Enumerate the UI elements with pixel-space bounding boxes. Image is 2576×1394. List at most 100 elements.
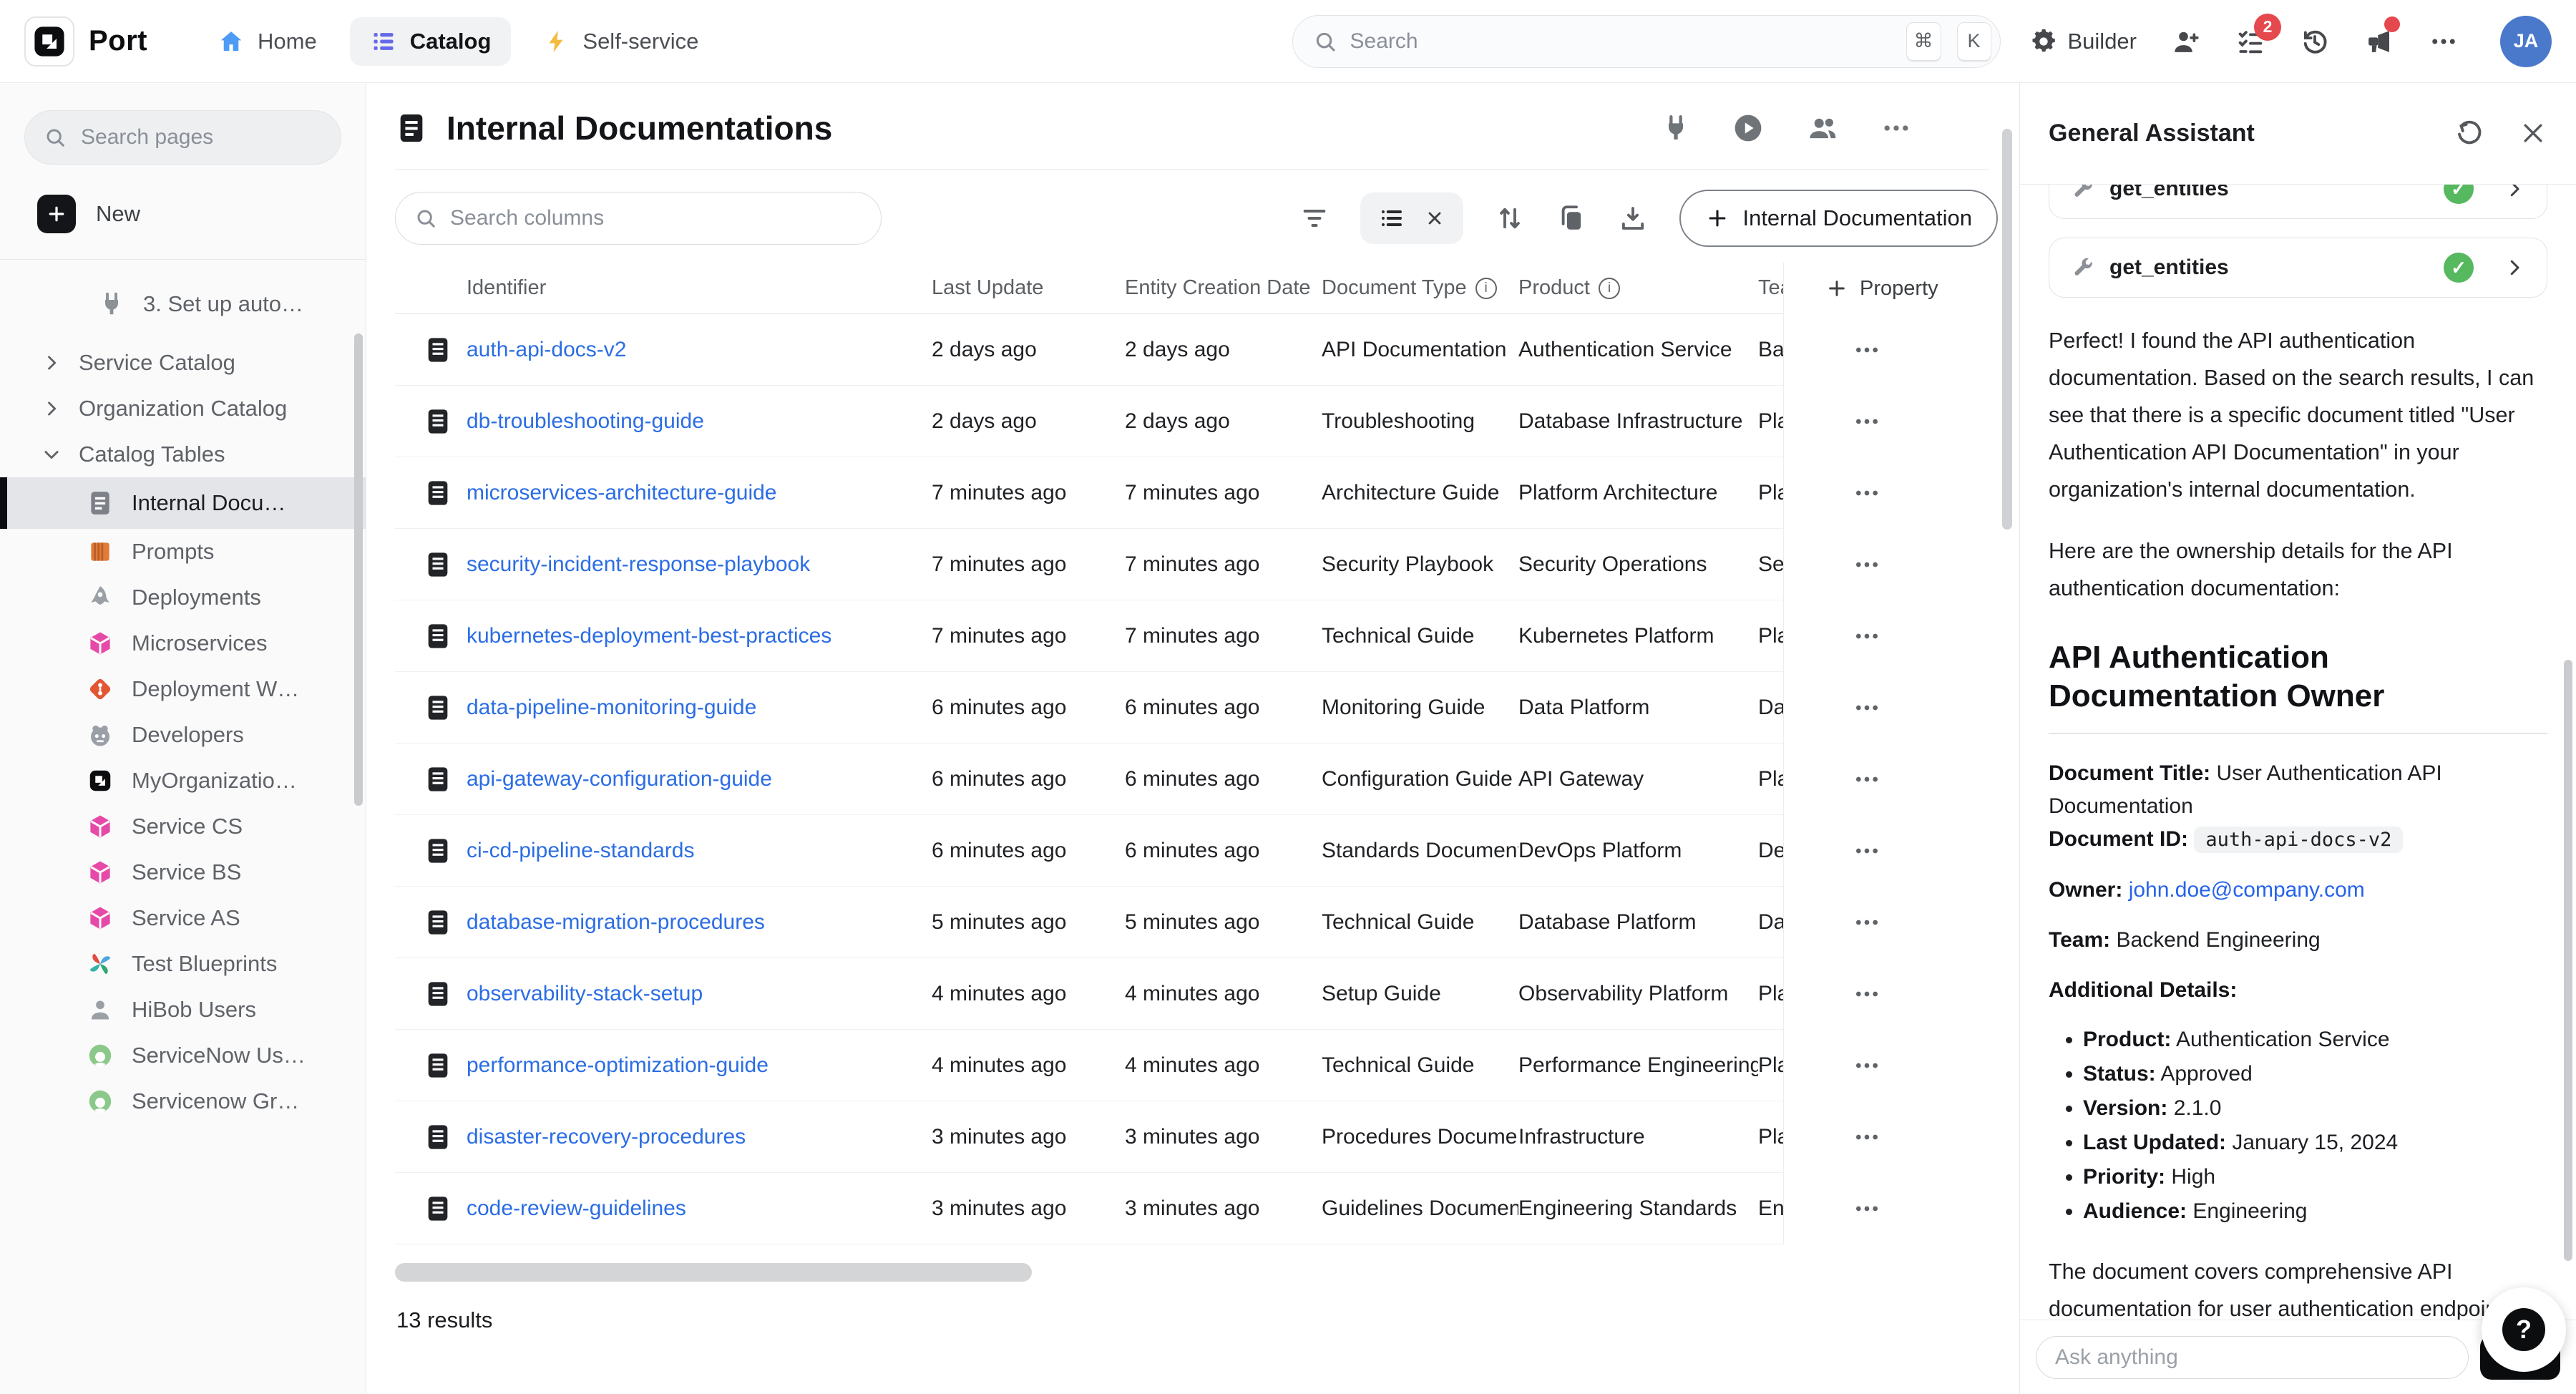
sidebar-item-test-blueprints[interactable]: Test Blueprints [0,941,366,987]
tool-call-card[interactable]: get_entities ✓ [2049,238,2547,298]
row-actions-button[interactable] [1784,744,1998,815]
main-scrollbar[interactable] [2002,129,2012,530]
column-search[interactable] [395,192,882,245]
identifier-link[interactable]: performance-optimization-guide [467,1053,932,1078]
row-actions-button[interactable] [1784,529,1998,600]
detail-bullet: Priority: High [2083,1160,2547,1194]
global-search[interactable]: ⌘ K [1292,15,2001,68]
sidebar-item-prompts[interactable]: Prompts [0,529,366,575]
col-identifier[interactable]: Identifier [467,276,932,300]
field-value[interactable]: john.doe@company.com [2129,878,2365,902]
row-actions-button[interactable] [1784,314,1998,386]
megaphone-icon[interactable] [2364,26,2394,57]
search-input[interactable] [1350,29,1890,54]
group-by-pill[interactable] [1360,192,1463,244]
row-actions-button[interactable] [1784,600,1998,672]
cell-value: Configuration Guide [1322,767,1518,791]
detail-bullet: Last Updated: January 15, 2024 [2083,1126,2547,1160]
sidebar-item-deployment-w[interactable]: Deployment W… [0,666,366,712]
add-entity-button[interactable]: Internal Documentation [1679,190,1998,247]
port-logo[interactable] [24,16,74,67]
column-search-input[interactable] [450,206,862,230]
tasks-icon[interactable]: 2 [2235,26,2265,57]
cell-value: Platform Architecture [1518,481,1758,505]
nav-home[interactable]: Home [197,17,337,66]
sidebar-item-deployments[interactable]: Deployments [0,575,366,620]
sidebar-item-microservices[interactable]: Microservices [0,620,366,666]
identifier-link[interactable]: db-troubleshooting-guide [467,409,932,434]
identifier-link[interactable]: database-migration-procedures [467,910,932,935]
sidebar-scrollbar[interactable] [354,333,363,806]
new-page-button[interactable]: New [37,195,366,233]
identifier-link[interactable]: api-gateway-configuration-guide [467,767,932,791]
download-icon[interactable] [1618,203,1648,233]
history-icon[interactable] [2300,26,2330,57]
row-actions-button[interactable] [1784,1173,1998,1244]
row-actions-button[interactable] [1784,1030,1998,1101]
identifier-link[interactable]: observability-stack-setup [467,982,932,1006]
identifier-link[interactable]: data-pipeline-monitoring-guide [467,696,932,720]
copy-icon[interactable] [1556,203,1586,233]
row-actions-button[interactable] [1784,887,1998,958]
identifier-link[interactable]: ci-cd-pipeline-standards [467,839,932,863]
sidebar-item-servicenow-gr[interactable]: Servicenow Gr… [0,1078,366,1124]
help-button[interactable]: ? [2502,1308,2545,1351]
col-document-type[interactable]: Document Typei [1322,276,1518,300]
ask-input[interactable] [2055,1345,2449,1370]
identifier-link[interactable]: kubernetes-deployment-best-practices [467,624,932,648]
identifier-link[interactable]: code-review-guidelines [467,1196,932,1221]
sidebar-item-myorganizatio[interactable]: MyOrganizatio… [0,758,366,804]
add-property-button[interactable]: Property [1784,263,1998,314]
ellipsis-icon[interactable] [2429,26,2459,57]
play-circle-icon[interactable] [1732,112,1765,145]
nav-self-service[interactable]: Self-service [524,18,718,65]
reset-icon[interactable] [2454,119,2484,149]
identifier-link[interactable]: security-incident-response-playbook [467,552,932,577]
nav-catalog[interactable]: Catalog [350,17,512,66]
sidebar-search[interactable] [24,110,341,165]
results-count: 13 results [396,1307,2019,1333]
identifier-link[interactable]: auth-api-docs-v2 [467,338,932,362]
cube-icon [86,904,114,932]
sidebar-item-developers[interactable]: Developers [0,712,366,758]
sidebar-item-organization-catalog[interactable]: Organization Catalog [0,386,366,432]
filter-icon[interactable] [1300,204,1329,233]
doc-icon [395,978,467,1010]
row-actions-button[interactable] [1784,958,1998,1030]
row-actions-button[interactable] [1784,386,1998,457]
assistant-scrollbar[interactable] [2564,660,2572,1261]
sidebar: New 3. Set up auto… Service CatalogOrgani… [0,83,366,1394]
identifier-link[interactable]: microservices-architecture-guide [467,481,932,505]
row-actions-button[interactable] [1784,1101,1998,1173]
avatar[interactable]: JA [2500,16,2552,67]
sidebar-item-servicenow-us[interactable]: ServiceNow Us… [0,1033,366,1078]
close-icon[interactable] [2519,119,2547,149]
sidebar-item-service-bs[interactable]: Service BS [0,849,366,895]
row-actions-button[interactable] [1784,815,1998,887]
sidebar-search-input[interactable] [81,125,322,150]
ellipsis-icon[interactable] [1880,112,1912,144]
col-entity-creation-date[interactable]: Entity Creation Date [1125,276,1322,300]
sort-icon[interactable] [1495,203,1525,233]
col-product[interactable]: Producti [1518,276,1758,300]
sidebar-item-internal-docu[interactable]: Internal Docu… [0,477,366,529]
sidebar-item-catalog-tables[interactable]: Catalog Tables [0,432,366,477]
doc-icon [395,835,467,867]
people-icon[interactable] [1806,112,1839,145]
sidebar-item-hibob-users[interactable]: HiBob Users [0,987,366,1033]
col-last-update[interactable]: Last Update [932,276,1125,300]
doc-icon [395,334,467,366]
plug-icon[interactable] [1662,114,1690,142]
sidebar-item-service-as[interactable]: Service AS [0,895,366,941]
person-add-icon[interactable] [2171,26,2201,57]
tool-call-card[interactable]: get_entities ✓ [2049,185,2547,219]
sidebar-item-3-set-up-auto[interactable]: 3. Set up auto… [0,281,366,327]
sidebar-item-service-catalog[interactable]: Service Catalog [0,340,366,386]
identifier-link[interactable]: disaster-recovery-procedures [467,1125,932,1149]
builder-button[interactable]: Builder [2029,27,2137,56]
ask-field[interactable] [2036,1336,2469,1379]
horizontal-scrollbar[interactable] [395,1263,1032,1282]
row-actions-button[interactable] [1784,457,1998,529]
row-actions-button[interactable] [1784,672,1998,744]
sidebar-item-service-cs[interactable]: Service CS [0,804,366,849]
